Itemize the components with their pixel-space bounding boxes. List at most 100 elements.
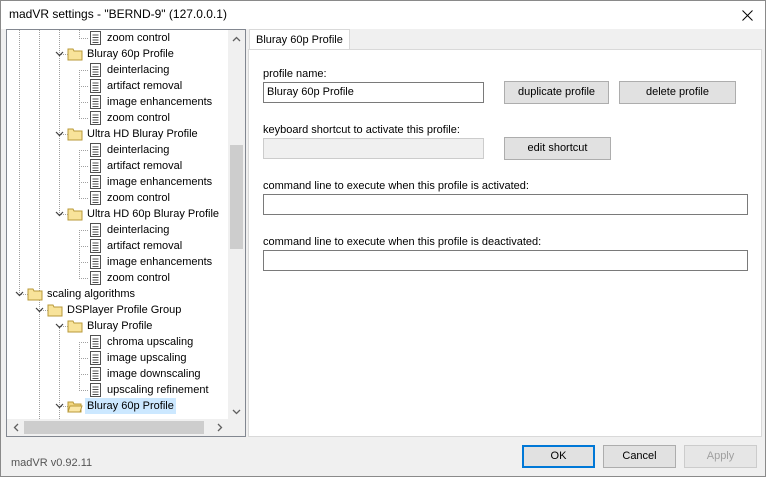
tree-item[interactable]: deinterlacing: [7, 62, 229, 78]
page-icon: [87, 62, 103, 78]
cmd-activate-input[interactable]: [263, 194, 748, 215]
page-icon: [87, 366, 103, 382]
cancel-button[interactable]: Cancel: [603, 445, 676, 468]
vertical-scroll-thumb[interactable]: [230, 145, 243, 249]
folder-icon: [67, 126, 83, 142]
tree-horizontal-scrollbar[interactable]: [7, 419, 228, 436]
tree-item-label: zoom control: [107, 272, 170, 284]
tree-folder[interactable]: Bluray Profile: [7, 318, 229, 334]
page-icon: [87, 158, 103, 174]
folder-icon: [27, 286, 43, 302]
horizontal-scroll-thumb[interactable]: [24, 421, 204, 434]
chevron-down-icon[interactable]: [55, 398, 64, 414]
profile-name-input[interactable]: Bluray 60p Profile: [263, 82, 484, 103]
tree-vertical-scrollbar[interactable]: [228, 30, 245, 420]
shortcut-label: keyboard shortcut to activate this profi…: [263, 124, 460, 136]
page-icon: [87, 78, 103, 94]
page-icon: [87, 142, 103, 158]
tree-item-label: Ultra HD Bluray Profile: [87, 128, 198, 140]
scroll-up-arrow[interactable]: [228, 30, 245, 47]
cmd-activate-label: command line to execute when this profil…: [263, 180, 529, 192]
close-button[interactable]: [729, 1, 765, 29]
settings-window: madVR settings - "BERND-9" (127.0.0.1) z…: [0, 0, 766, 477]
scroll-right-arrow[interactable]: [211, 419, 228, 436]
page-icon: [87, 350, 103, 366]
scrollbar-corner: [228, 419, 245, 436]
tree-item[interactable]: deinterlacing: [7, 222, 229, 238]
chevron-down-icon[interactable]: [55, 318, 64, 334]
page-icon: [87, 270, 103, 286]
tree-folder[interactable]: Bluray 60p Profile: [7, 46, 229, 62]
tree-item-label: zoom control: [107, 32, 170, 44]
tree-item[interactable]: zoom control: [7, 110, 229, 126]
tree-item-label: scaling algorithms: [47, 288, 136, 300]
tree-item[interactable]: image enhancements: [7, 174, 229, 190]
edit-shortcut-button[interactable]: edit shortcut: [504, 137, 611, 160]
tree-item[interactable]: image enhancements: [7, 94, 229, 110]
tree-item-label: deinterlacing: [107, 144, 170, 156]
page-icon: [87, 174, 103, 190]
tree-item-label: deinterlacing: [107, 64, 170, 76]
title-bar: madVR settings - "BERND-9" (127.0.0.1): [1, 1, 765, 29]
folder-icon: [47, 302, 63, 318]
tree-item[interactable]: upscaling refinement: [7, 382, 229, 398]
chevron-down-icon[interactable]: [15, 286, 24, 302]
tree-item-label: artifact removal: [107, 240, 183, 252]
folder-icon: [67, 46, 83, 62]
chevron-down-icon[interactable]: [55, 126, 64, 142]
tree-item-label: deinterlacing: [107, 224, 170, 236]
tree-item[interactable]: artifact removal: [7, 238, 229, 254]
tree-item-label: Bluray 60p Profile: [87, 48, 174, 60]
tree-item-label: artifact removal: [107, 80, 183, 92]
cmd-deactivate-label: command line to execute when this profil…: [263, 236, 542, 248]
window-title: madVR settings - "BERND-9" (127.0.0.1): [9, 7, 227, 21]
folder-icon: [67, 318, 83, 334]
tree-folder[interactable]: DSPlayer Profile Group: [7, 302, 229, 318]
tree-item-label: zoom control: [107, 192, 170, 204]
settings-tree[interactable]: zoom control Bluray 60p Profile deinterlac…: [6, 29, 246, 437]
tree-folder[interactable]: Ultra HD 60p Bluray Profile: [7, 206, 229, 222]
open-folder-icon: [67, 398, 83, 414]
cmd-deactivate-input[interactable]: [263, 250, 748, 271]
tree-item-label: DSPlayer Profile Group: [67, 304, 182, 316]
tree-item[interactable]: zoom control: [7, 190, 229, 206]
duplicate-profile-button[interactable]: duplicate profile: [504, 81, 609, 104]
tree-folder[interactable]: Bluray 60p Profile: [7, 398, 229, 414]
page-icon: [87, 254, 103, 270]
version-label: madVR v0.92.11: [11, 457, 93, 469]
tree-item[interactable]: image upscaling: [7, 350, 229, 366]
tree-item[interactable]: zoom control: [7, 30, 229, 46]
profile-settings-panel: profile name: Bluray 60p Profile duplica…: [248, 49, 762, 437]
chevron-down-icon[interactable]: [55, 46, 64, 62]
tree-item-label: image enhancements: [107, 176, 213, 188]
tree-item-label: Bluray Profile: [87, 320, 153, 332]
tree-item-label: Ultra HD 60p Bluray Profile: [87, 208, 220, 220]
profile-name-label: profile name:: [263, 68, 327, 80]
page-icon: [87, 238, 103, 254]
delete-profile-button[interactable]: delete profile: [619, 81, 736, 104]
tree-item[interactable]: image enhancements: [7, 254, 229, 270]
tree-folder[interactable]: scaling algorithms: [7, 286, 229, 302]
tree-item[interactable]: deinterlacing: [7, 142, 229, 158]
ok-button[interactable]: OK: [522, 445, 595, 468]
tab-profile[interactable]: Bluray 60p Profile: [249, 29, 350, 50]
tree-item[interactable]: artifact removal: [7, 78, 229, 94]
tree-folder[interactable]: Ultra HD Bluray Profile: [7, 126, 229, 142]
tree-item[interactable]: chroma upscaling: [7, 334, 229, 350]
scroll-left-arrow[interactable]: [7, 419, 24, 436]
tree-item[interactable]: image downscaling: [7, 366, 229, 382]
tree-item-label: zoom control: [107, 112, 170, 124]
chevron-down-icon[interactable]: [35, 302, 44, 318]
tree-item[interactable]: zoom control: [7, 270, 229, 286]
page-icon: [87, 382, 103, 398]
apply-button: Apply: [684, 445, 757, 468]
tree-item-label: chroma upscaling: [107, 336, 194, 348]
folder-icon: [67, 206, 83, 222]
scroll-down-arrow[interactable]: [228, 403, 245, 420]
close-icon: [741, 9, 753, 21]
tree-item-label: upscaling refinement: [107, 384, 209, 396]
tree-item[interactable]: artifact removal: [7, 158, 229, 174]
chevron-down-icon[interactable]: [55, 206, 64, 222]
tree-item-label: image downscaling: [107, 368, 201, 380]
page-icon: [87, 110, 103, 126]
